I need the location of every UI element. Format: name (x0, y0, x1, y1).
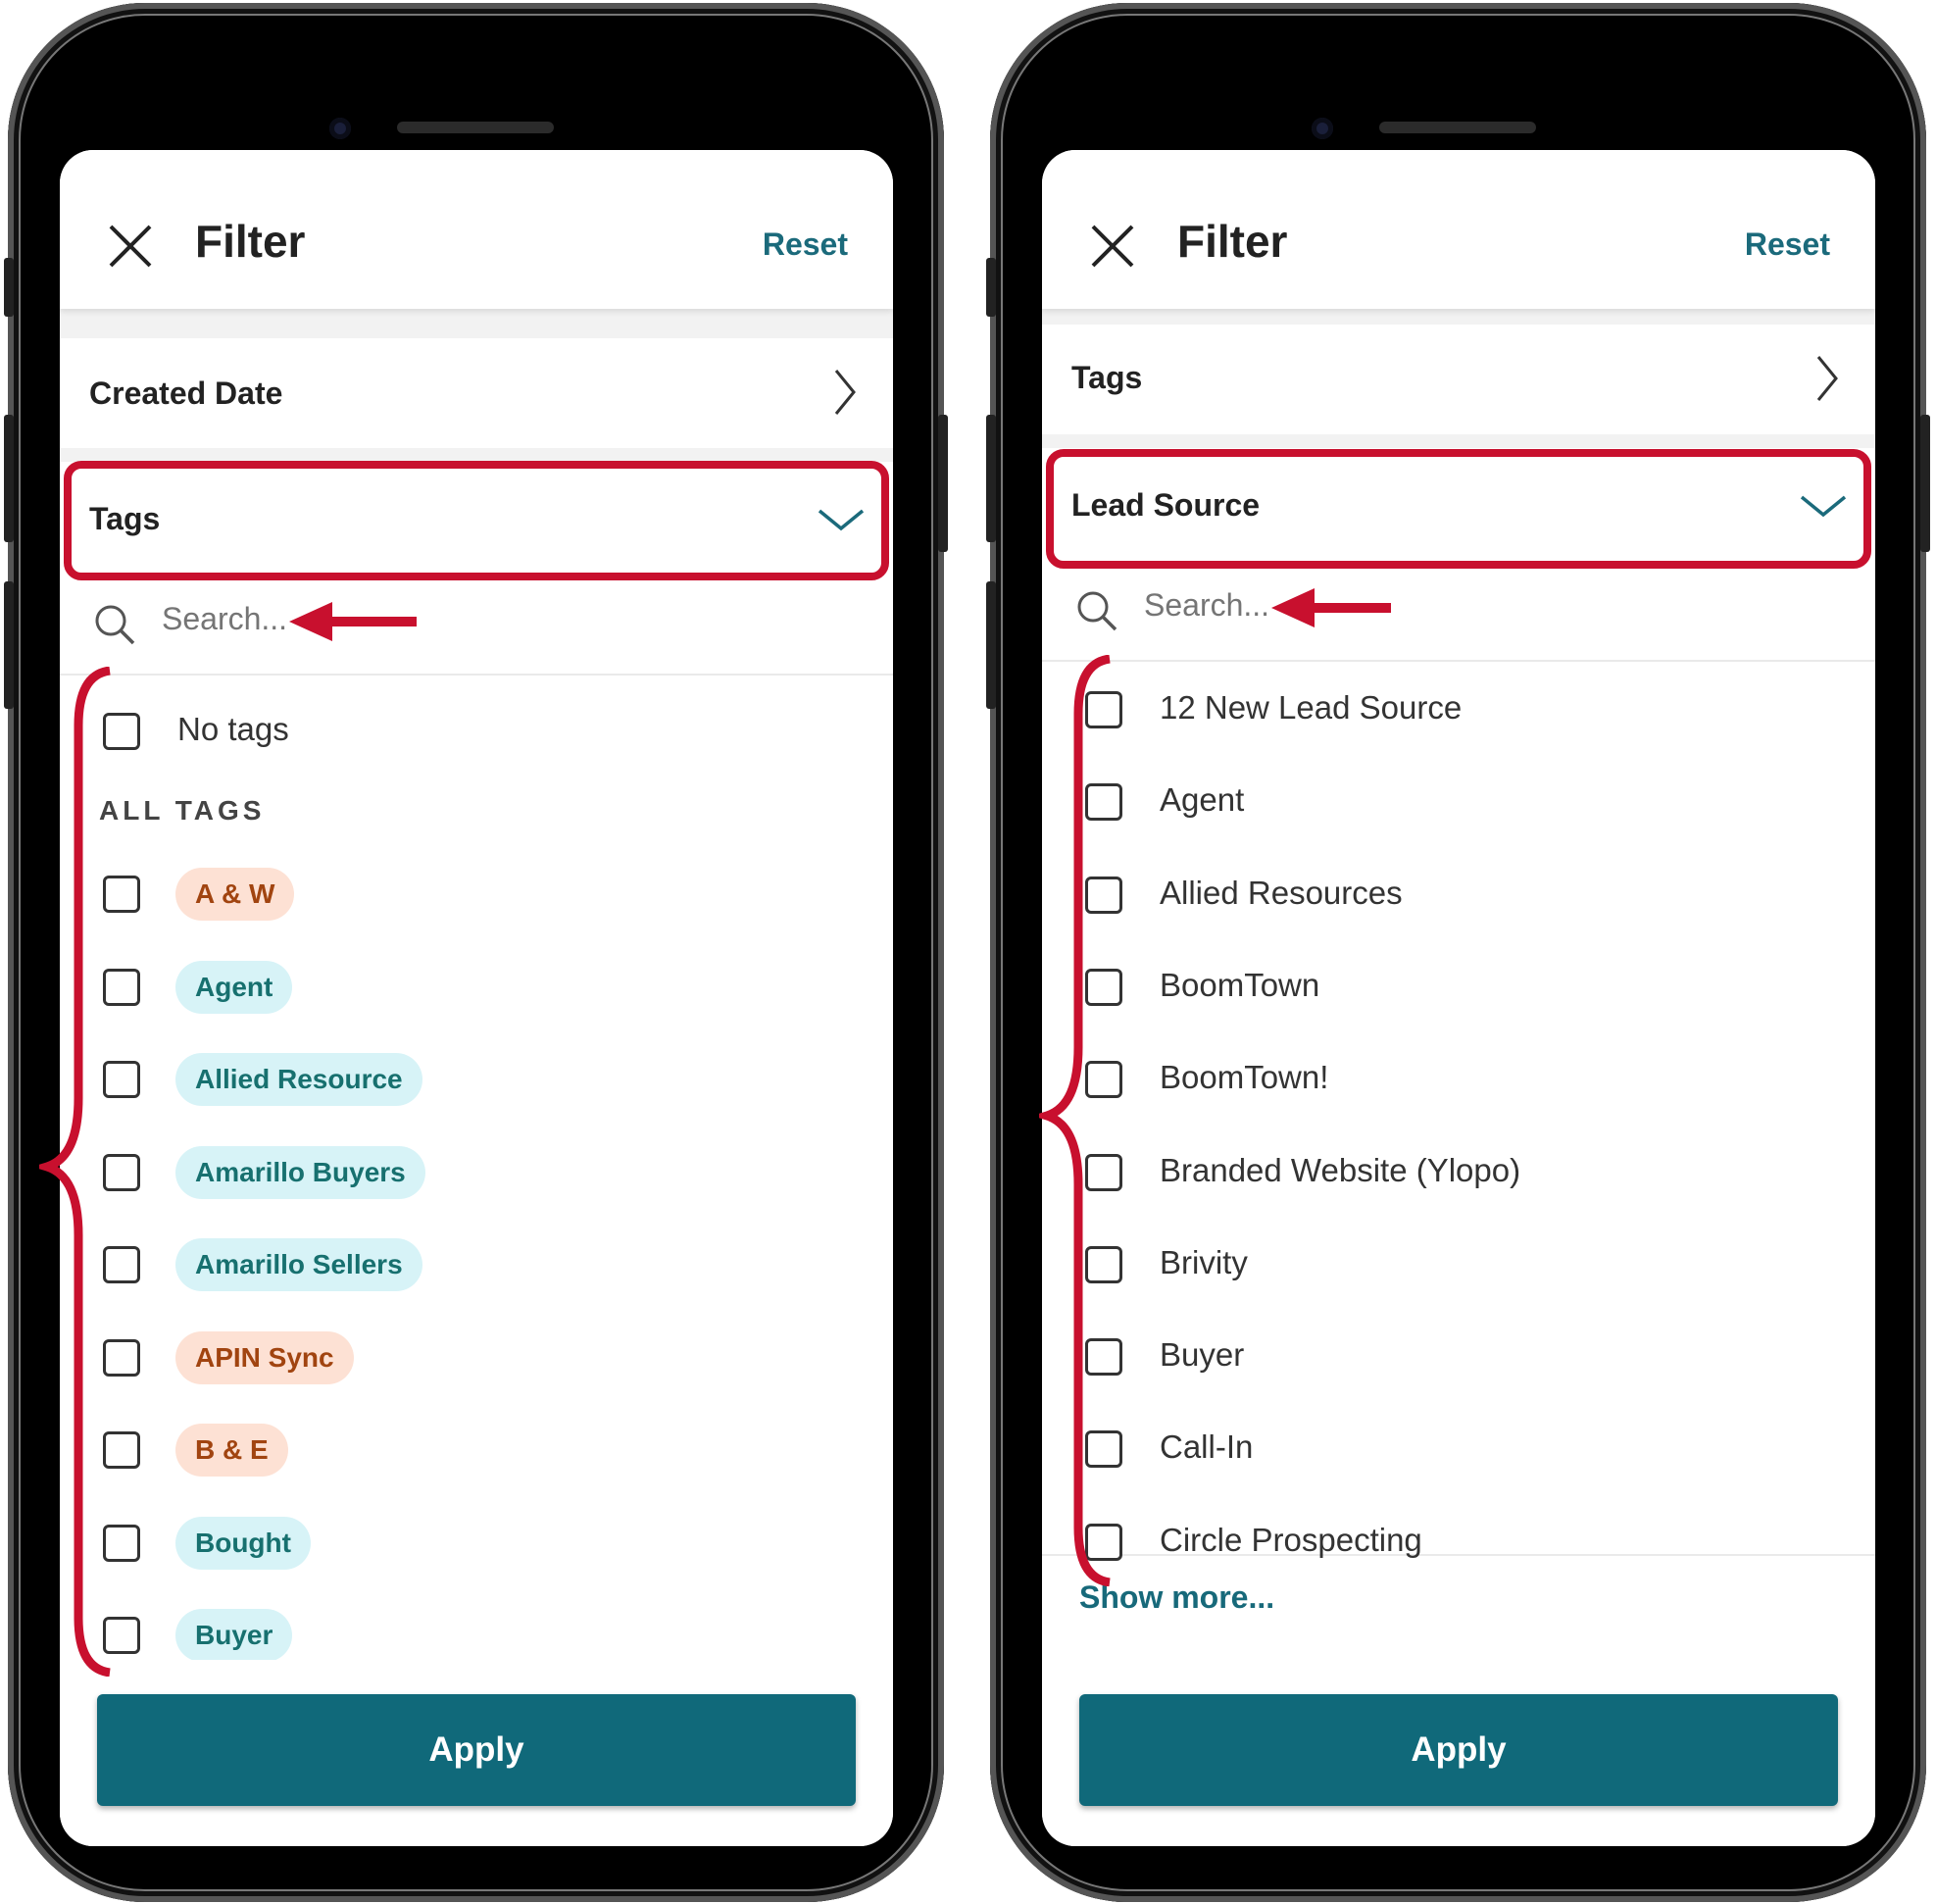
tag-pill: Amarillo Sellers (175, 1238, 422, 1291)
search-row (1042, 562, 1875, 662)
divider-band (1042, 434, 1875, 448)
tag-pill: A & W (175, 868, 295, 921)
list-item-label: BoomTown (1160, 966, 1320, 1003)
arrow-left-icon (289, 602, 417, 641)
phone-power-button (1920, 415, 1930, 552)
divider-band (60, 448, 893, 462)
list-item-label: Buyer (1160, 1336, 1245, 1374)
earpiece-speaker (1379, 122, 1536, 133)
phone-volume-up (986, 415, 996, 542)
chevron-right-icon (834, 370, 856, 415)
apply-button[interactable]: Apply (97, 1694, 856, 1806)
phone-frame-left: Filter Reset Created Date Tags No (4, 3, 948, 1902)
list-item-label: BoomTown! (1160, 1059, 1329, 1096)
phone-power-button (938, 415, 948, 552)
search-icon (95, 605, 135, 645)
highlight-box-tags (64, 461, 889, 580)
close-icon[interactable] (1089, 223, 1136, 270)
phone-volume-up (4, 415, 14, 542)
phone-side-button (4, 258, 14, 317)
tags-list: No tags ALL TAGS A & W Agent Allied Resour… (60, 676, 893, 1666)
search-icon (1077, 591, 1117, 631)
phone-frame-right: Filter Reset Tags Lead Source 12 New Lea… (986, 3, 1930, 1902)
footer: Apply (1042, 1660, 1875, 1846)
highlight-box-lead-source (1046, 449, 1871, 569)
tag-pill: Bought (175, 1516, 311, 1570)
footer: Apply (60, 1660, 893, 1846)
group-header: ALL TAGS (99, 795, 266, 826)
arrow-left-icon (1271, 588, 1391, 627)
tag-pill: Allied Resource (175, 1053, 422, 1106)
filter-screen-right: Filter Reset Tags Lead Source 12 New Lea… (1042, 150, 1875, 1846)
reset-button[interactable]: Reset (763, 226, 848, 263)
bracket-left-icon (39, 667, 111, 1677)
search-row (60, 576, 893, 676)
front-camera (1312, 118, 1333, 139)
tag-pill: Buyer (175, 1609, 293, 1662)
list-item-label: Agent (1160, 781, 1245, 819)
front-camera (329, 118, 351, 139)
earpiece-speaker (397, 122, 554, 133)
page-title: Filter (195, 216, 306, 267)
list-item-label: Call-In (1160, 1428, 1254, 1466)
chevron-right-icon (1816, 356, 1838, 401)
divider-band (1042, 309, 1875, 325)
tag-pill: B & E (175, 1424, 288, 1477)
bracket-right-icon (1039, 655, 1111, 1586)
list-item-label: No tags (177, 711, 289, 747)
tag-pill: Amarillo Buyers (175, 1145, 425, 1199)
apply-button[interactable]: Apply (1079, 1694, 1838, 1806)
section-label: Created Date (89, 376, 283, 411)
phone-side-button (986, 258, 996, 317)
section-label: Tags (1071, 360, 1143, 395)
phone-volume-down (986, 581, 996, 709)
list-item-label: 12 New Lead Source (1160, 689, 1463, 726)
phone-volume-down (4, 581, 14, 709)
list-item-label: Allied Resources (1160, 874, 1403, 911)
header: Filter Reset (1042, 150, 1875, 309)
reset-button[interactable]: Reset (1745, 226, 1830, 263)
page-title: Filter (1177, 216, 1288, 267)
list-item-label: Brivity (1160, 1243, 1248, 1280)
header: Filter Reset (60, 150, 893, 309)
tag-pill: APIN Sync (175, 1330, 354, 1384)
close-icon[interactable] (107, 223, 154, 270)
filter-screen-left: Filter Reset Created Date Tags No (60, 150, 893, 1846)
list-item-label: Branded Website (Ylopo) (1160, 1151, 1521, 1188)
divider-band (60, 309, 893, 338)
lead-source-list: 12 New Lead Source Agent Allied Resources B… (1042, 662, 1875, 1561)
section-created-date[interactable]: Created Date (60, 338, 893, 448)
tag-pill: Agent (175, 960, 293, 1014)
list-item-label: Circle Prospecting (1160, 1521, 1422, 1558)
section-tags[interactable]: Tags (1042, 325, 1875, 434)
